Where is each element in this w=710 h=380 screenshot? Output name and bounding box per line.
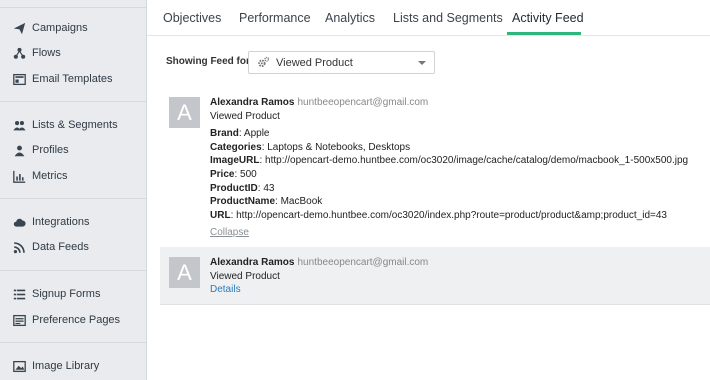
cloud-icon	[12, 215, 26, 229]
sidebar: Campaigns Flows Email Templates Lists & …	[0, 0, 147, 380]
property-key: Categories	[210, 141, 262, 153]
sidebar-item-label: Metrics	[32, 170, 68, 182]
property-row: ImageURL: http://opencart-demo.huntbee.c…	[210, 155, 689, 167]
property-value: MacBook	[280, 196, 323, 208]
sidebar-divider	[0, 342, 146, 343]
bar-chart-icon	[12, 169, 26, 183]
rss-icon	[12, 240, 26, 254]
event-properties: Brand: Apple Categories: Laptops & Noteb…	[210, 127, 688, 222]
sidebar-item-flows[interactable]: Flows	[0, 42, 146, 64]
sidebar-item-image-library[interactable]: Image Library	[0, 355, 146, 377]
sidebar-item-metrics[interactable]: Metrics	[0, 165, 146, 187]
sidebar-item-label: Email Templates	[32, 73, 113, 85]
collapse-link[interactable]: Collapse	[210, 226, 249, 240]
property-key: ProductID	[210, 182, 258, 194]
profile-email: huntbeeopencart@gmail.com	[297, 97, 429, 108]
feed-item-body: Alexandra Ramos huntbeeopencart@gmail.com…	[210, 256, 428, 297]
property-value: 500	[240, 168, 257, 180]
sidebar-item-label: Integrations	[32, 216, 90, 228]
form-icon	[12, 287, 26, 301]
chevron-down-icon	[418, 61, 426, 65]
user-icon	[12, 143, 26, 157]
property-key: ImageURL	[210, 155, 260, 167]
sidebar-divider	[0, 198, 146, 199]
property-key: Price	[210, 168, 235, 180]
paper-plane-icon	[12, 21, 26, 35]
property-value: http://opencart-demo.huntbee.com/oc3020/…	[265, 155, 689, 167]
feed-select-value: Viewed Product	[276, 56, 353, 69]
details-link[interactable]: Details	[210, 283, 428, 297]
flow-icon	[12, 46, 26, 60]
sidebar-item-email-templates[interactable]: Email Templates	[0, 68, 146, 90]
sidebar-item-label: Image Library	[32, 360, 100, 372]
property-row: ProductName: MacBook	[210, 196, 323, 208]
image-icon	[12, 359, 26, 373]
sidebar-item-label: Campaigns	[32, 22, 88, 34]
tab-lists-and-segments[interactable]: Lists and Segments	[393, 0, 503, 36]
property-row: Categories: Laptops & Notebooks, Desktop…	[210, 141, 411, 153]
property-value: http://opencart-demo.huntbee.com/oc3020/…	[236, 209, 667, 221]
avatar[interactable]: A	[169, 257, 200, 288]
profile-name[interactable]: Alexandra Ramos	[210, 257, 294, 268]
sidebar-item-label: Lists & Segments	[32, 119, 118, 131]
sidebar-divider	[0, 270, 146, 271]
sidebar-item-label: Signup Forms	[32, 288, 101, 300]
sidebar-item-preference-pages[interactable]: Preference Pages	[0, 309, 146, 331]
sidebar-item-label: Preference Pages	[32, 314, 121, 326]
feed-item: A Alexandra Ramos huntbeeopencart@gmail.c…	[160, 90, 710, 244]
profile-email: huntbeeopencart@gmail.com	[297, 257, 429, 268]
feed-item: A Alexandra Ramos huntbeeopencart@gmail.c…	[160, 247, 710, 305]
tab-activity-feed[interactable]: Activity Feed	[512, 0, 584, 36]
sidebar-item-data-feeds[interactable]: Data Feeds	[0, 236, 146, 258]
tab-analytics[interactable]: Analytics	[325, 0, 375, 36]
property-value: Apple	[243, 128, 270, 140]
sidebar-item-label: Flows	[32, 47, 61, 59]
property-row: Brand: Apple	[210, 128, 270, 140]
sidebar-item-profiles[interactable]: Profiles	[0, 139, 146, 161]
email-template-icon	[12, 72, 26, 86]
property-key: URL	[210, 209, 231, 221]
profile-name[interactable]: Alexandra Ramos	[210, 97, 294, 108]
sidebar-item-label: Profiles	[32, 144, 69, 156]
users-icon	[12, 118, 26, 132]
active-tab-indicator	[507, 32, 581, 35]
sidebar-item-label: Data Feeds	[32, 241, 89, 253]
sidebar-divider	[0, 101, 146, 102]
feed-item-body: Alexandra Ramos huntbeeopencart@gmail.com…	[210, 96, 688, 240]
property-key: ProductName	[210, 196, 276, 208]
property-row: ProductID: 43	[210, 182, 275, 194]
tab-objectives[interactable]: Objectives	[163, 0, 221, 36]
gear-icon	[257, 56, 270, 69]
property-value: 43	[263, 182, 275, 194]
tab-performance[interactable]: Performance	[239, 0, 311, 36]
preference-icon	[12, 313, 26, 327]
property-key: Brand	[210, 128, 239, 140]
event-name: Viewed Product	[210, 110, 280, 122]
feed-metric-select[interactable]: Viewed Product	[248, 51, 435, 74]
event-name: Viewed Product	[210, 270, 280, 282]
avatar[interactable]: A	[169, 97, 200, 128]
feed-filter-label: Showing Feed for	[166, 56, 250, 67]
property-row: Price: 500	[210, 168, 257, 180]
sidebar-divider	[0, 7, 146, 8]
property-row: URL: http://opencart-demo.huntbee.com/oc…	[210, 209, 667, 221]
sidebar-item-signup-forms[interactable]: Signup Forms	[0, 283, 146, 305]
sidebar-item-lists-segments[interactable]: Lists & Segments	[0, 114, 146, 136]
property-value: Laptops & Notebooks, Desktops	[267, 141, 411, 153]
sidebar-item-campaigns[interactable]: Campaigns	[0, 17, 146, 39]
sidebar-item-integrations[interactable]: Integrations	[0, 211, 146, 233]
